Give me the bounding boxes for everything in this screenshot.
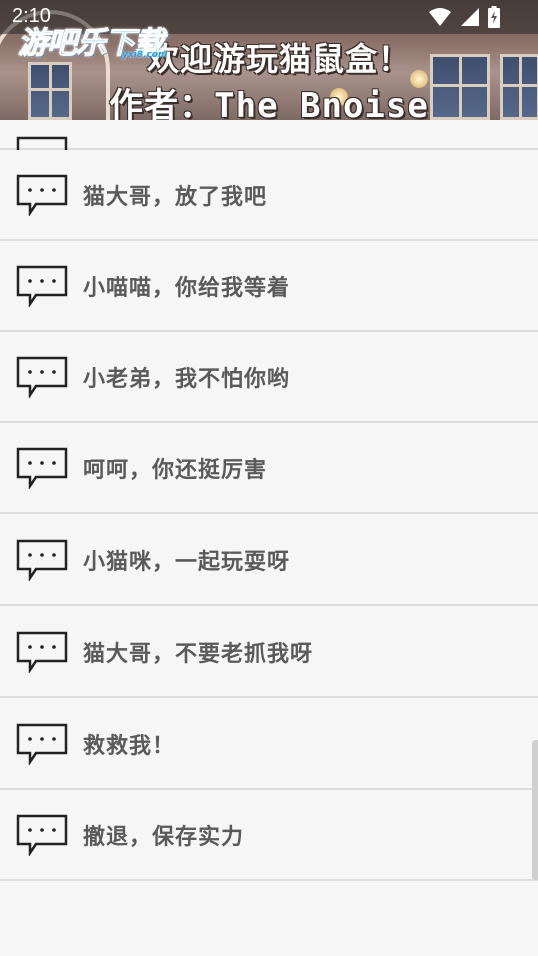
list-item-label: 猫大哥，放了我吧	[83, 184, 268, 210]
list-item-label: 救救我！	[83, 733, 176, 759]
cellular-signal-icon	[461, 8, 479, 26]
list-item-partial[interactable]	[0, 120, 538, 178]
app-screen: 欢迎游玩猫鼠盒！ 作者：The_Bnoise 2:10 游吧乐下载 yxi8.c…	[0, 0, 538, 956]
speech-bubble-icon	[16, 447, 68, 489]
sound-list: 猫大哥，放了我吧 小喵喵，你给我等着 小老弟，我不怕你哟 呵呵，你还挺厉害 小猫…	[0, 120, 538, 956]
wifi-icon	[429, 8, 451, 26]
list-item-label: 小喵喵，你给我等着	[83, 275, 291, 301]
speech-bubble-icon	[16, 356, 68, 398]
status-icons	[428, 6, 500, 28]
list-item[interactable]: 小喵喵，你给我等着	[0, 241, 538, 332]
list-item[interactable]: 猫大哥，不要老抓我呀	[0, 607, 538, 698]
list-item[interactable]: 小猫咪，一起玩耍呀	[0, 515, 538, 606]
list-item-label: 小猫咪，一起玩耍呀	[83, 549, 291, 575]
scrollbar-thumb[interactable]	[532, 740, 538, 880]
watermark-url: yxi8.com	[122, 50, 168, 60]
battery-charging-icon	[488, 6, 500, 28]
list-item[interactable]: 猫大哥，放了我吧	[0, 150, 538, 241]
list-item[interactable]: 救救我！	[0, 699, 538, 790]
speech-bubble-icon	[16, 723, 68, 765]
list-item-label: 小老弟，我不怕你哟	[83, 366, 291, 392]
speech-bubble-icon	[16, 539, 68, 581]
speech-bubble-icon	[16, 631, 68, 673]
list-item[interactable]: 撤退，保存实力	[0, 790, 538, 881]
header-author-line: 作者：The_Bnoise	[109, 86, 429, 120]
list-item-label: 撤退，保存实力	[83, 824, 245, 850]
list-item-label: 猫大哥，不要老抓我呀	[83, 641, 314, 667]
list-item[interactable]: 小老弟，我不怕你哟	[0, 332, 538, 423]
speech-bubble-icon	[16, 174, 68, 216]
speech-bubble-icon	[16, 265, 68, 307]
list-item-label: 呵呵，你还挺厉害	[83, 457, 268, 483]
list-item[interactable]: 呵呵，你还挺厉害	[0, 423, 538, 514]
speech-bubble-icon	[16, 814, 68, 856]
